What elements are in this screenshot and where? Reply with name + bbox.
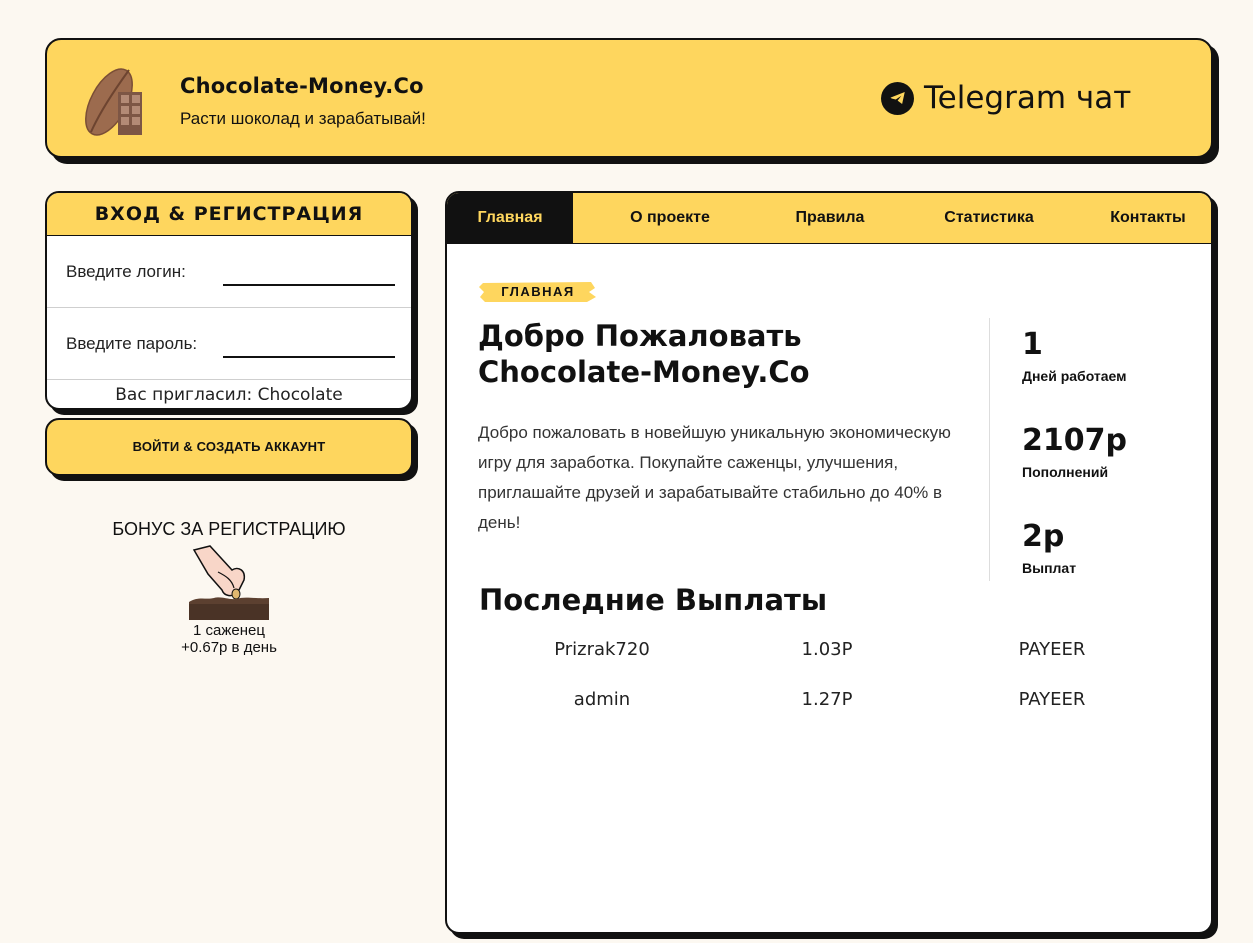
telegram-chat-label: Telegram чат <box>924 80 1132 116</box>
site-title[interactable]: Chocolate-Money.Co <box>180 74 424 98</box>
stat-deposits: 2107р Пополнений <box>1022 423 1127 481</box>
stat-payouts-label: Выплат <box>1022 560 1077 576</box>
stats-divider <box>989 318 990 581</box>
tab-statistics[interactable]: Статистика <box>893 193 1085 244</box>
bonus-daily-rate: +0.67р в день <box>181 639 277 656</box>
welcome-description: Добро пожаловать в новейшую уникальную э… <box>478 423 951 532</box>
telegram-chat-link[interactable]: Telegram чат <box>881 80 1131 116</box>
login-panel: ВХОД & РЕГИСТРАЦИЯ Введите логин: Введит… <box>45 191 413 410</box>
stat-days-label: Дней работаем <box>1022 368 1127 384</box>
welcome-heading: Добро Пожаловать Chocolate-Money.Co <box>478 318 958 390</box>
login-heading: ВХОД & РЕГИСТРАЦИЯ <box>47 193 411 236</box>
site-header: Chocolate-Money.Co Расти шоколад и зараб… <box>45 38 1213 158</box>
site-subtitle: Расти шоколад и зарабатывай! <box>180 109 426 128</box>
welcome-line-1: Добро Пожаловать <box>478 319 802 353</box>
payout-user: admin <box>573 689 631 710</box>
telegram-icon <box>881 81 914 115</box>
password-field-row: Введите пароль: <box>47 308 411 380</box>
bonus-title: БОНУС ЗА РЕГИСТРАЦИЮ <box>112 519 346 539</box>
payout-amount: 1.03Р <box>801 639 853 660</box>
payout-row: admin 1.27Р PAYEER <box>447 689 1211 719</box>
cocoa-bean-chocolate-icon[interactable] <box>83 62 149 138</box>
registration-bonus: БОНУС ЗА РЕГИСТРАЦИЮ 1 саженец +0.67р в … <box>45 519 413 656</box>
hand-planting-seed-icon <box>189 545 269 620</box>
stat-deposits-label: Пополнений <box>1022 464 1109 480</box>
payouts-title: Последние Выплаты <box>479 583 828 617</box>
tab-about[interactable]: О проекте <box>573 193 767 244</box>
bonus-sapling-count: 1 саженец <box>193 622 265 639</box>
payout-system: PAYEER <box>1018 689 1086 710</box>
payout-row: Prizrak720 1.03Р PAYEER <box>447 639 1211 669</box>
stat-days: 1 Дней работаем <box>1022 327 1127 385</box>
tab-rules[interactable]: Правила <box>767 193 893 244</box>
stat-days-value: 1 <box>1022 327 1043 362</box>
section-badge-label: ГЛАВНАЯ <box>501 284 575 299</box>
login-field-row: Введите логин: <box>47 236 411 308</box>
payout-amount: 1.27Р <box>801 689 853 710</box>
stat-deposits-value: 2107р <box>1022 423 1127 458</box>
login-register-button[interactable]: ВОЙТИ & СОЗДАТЬ АККАУНТ <box>45 418 413 476</box>
payout-system: PAYEER <box>1018 639 1086 660</box>
payout-user: Prizrak720 <box>554 639 650 660</box>
tab-contacts[interactable]: Контакты <box>1085 193 1211 244</box>
stat-payouts: 2р Выплат <box>1022 519 1077 577</box>
tab-home[interactable]: Главная <box>447 193 573 244</box>
password-label: Введите пароль: <box>66 334 198 353</box>
login-input[interactable] <box>223 256 395 286</box>
main-panel: Главная О проекте Правила Статистика Кон… <box>445 191 1213 934</box>
nav-tabs: Главная О проекте Правила Статистика Кон… <box>447 193 1211 244</box>
section-badge: ГЛАВНАЯ <box>479 280 597 304</box>
referrer-text: Вас пригласил: Chocolate <box>115 385 343 405</box>
password-input[interactable] <box>223 328 395 358</box>
login-label: Введите логин: <box>66 262 186 281</box>
stat-payouts-value: 2р <box>1022 519 1065 554</box>
welcome-line-2: Chocolate-Money.Co <box>478 355 810 389</box>
